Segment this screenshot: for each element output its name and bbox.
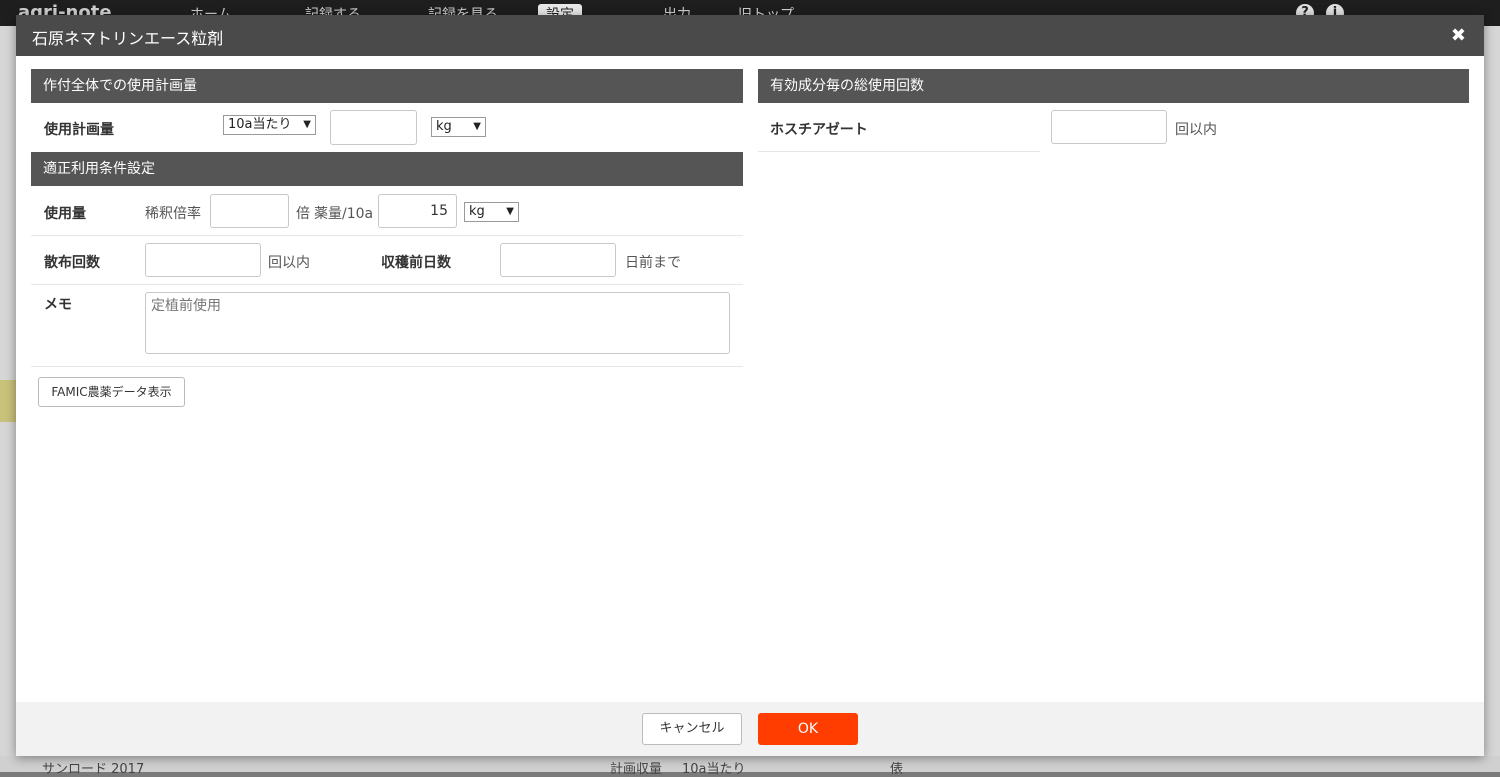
plan-unit-select[interactable]: kg ▼: [431, 117, 486, 137]
pesticide-dialog: 石原ネマトリンエース粒剤 ✖ 作付全体での使用計画量 使用計画量 10a当たり …: [16, 15, 1484, 756]
ingredient-section-header: 有効成分毎の総使用回数: [758, 69, 1469, 103]
spray-count-label: 散布回数: [44, 255, 100, 271]
usage-label: 使用量: [44, 206, 86, 222]
row-divider: [31, 366, 743, 367]
chevron-down-icon: ▼: [506, 206, 514, 217]
dialog-header: 石原ネマトリンエース粒剤 ✖: [16, 15, 1484, 56]
cancel-button[interactable]: キャンセル: [642, 713, 742, 745]
dialog-footer: キャンセル OK: [16, 702, 1484, 756]
spray-count-suffix: 回以内: [268, 255, 310, 271]
row-divider: [31, 235, 743, 236]
ok-button[interactable]: OK: [758, 713, 858, 745]
plan-section-header: 作付全体での使用計画量: [31, 69, 743, 103]
close-icon[interactable]: ✖: [1451, 25, 1466, 46]
plan-amount-input[interactable]: [330, 110, 417, 145]
chevron-down-icon: ▼: [473, 121, 481, 132]
ingredient-name: ホスチアゼート: [770, 122, 868, 138]
ingredient-count-input[interactable]: [1051, 110, 1167, 144]
times-label: 倍: [296, 206, 310, 222]
memo-text: 定植前使用: [151, 298, 221, 314]
background-row-per-unit: 10a当たり: [682, 762, 746, 777]
dilution-input[interactable]: [210, 194, 289, 228]
days-before-harvest-label: 収穫前日数: [381, 255, 451, 271]
famic-data-button[interactable]: FAMIC農薬データ表示: [38, 377, 185, 407]
background-row-plan-label: 計画収量: [610, 762, 663, 777]
row-divider: [31, 284, 743, 285]
chem-unit-select[interactable]: kg ▼: [464, 202, 519, 222]
chem-per-10a-label: 薬量/10a: [314, 206, 374, 222]
usage-section-header: 適正利用条件設定: [31, 152, 743, 186]
chem-unit-select-value: kg: [469, 204, 485, 219]
plan-basis-select[interactable]: 10a当たり ▼: [223, 115, 316, 135]
dialog-title: 石原ネマトリンエース粒剤: [32, 29, 224, 48]
background-row-unit: 俵: [890, 762, 904, 777]
plan-unit-select-value: kg: [436, 119, 452, 134]
days-before-harvest-suffix: 日前まで: [625, 255, 681, 271]
plan-amount-label: 使用計画量: [44, 122, 114, 138]
chevron-down-icon: ▼: [303, 119, 311, 130]
memo-label: メモ: [44, 297, 72, 313]
background-bottom-row: サンロード 2017 計画収量 10a当たり 俵: [0, 756, 1500, 777]
dilution-label: 稀釈倍率: [145, 206, 201, 222]
row-divider: [758, 151, 1040, 152]
chem-amount-input[interactable]: [378, 194, 457, 228]
spray-count-input[interactable]: [145, 243, 261, 277]
memo-textarea[interactable]: 定植前使用: [145, 292, 730, 354]
plan-basis-select-value: 10a当たり: [228, 117, 292, 132]
days-before-harvest-input[interactable]: [500, 243, 616, 277]
background-row-name: サンロード 2017: [42, 762, 145, 777]
ingredient-count-suffix: 回以内: [1175, 122, 1217, 138]
